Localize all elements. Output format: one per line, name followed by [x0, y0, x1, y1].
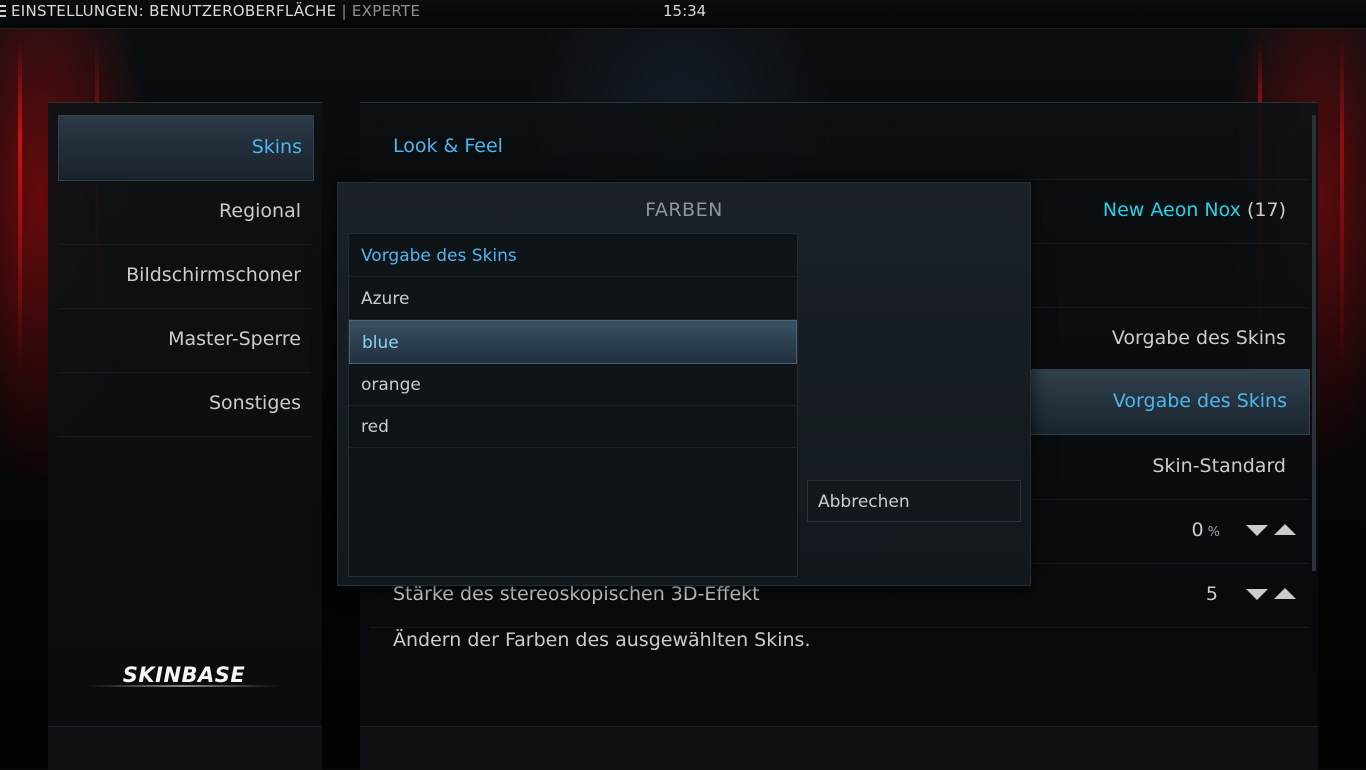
setting-label: Stärke des stereoskopischen 3D-Effekt — [393, 583, 760, 605]
decrease-arrow-icon[interactable] — [1246, 589, 1268, 600]
sidebar: Skins Regional Bildschirmschoner Master-… — [48, 102, 322, 770]
list-item-label: orange — [361, 375, 421, 395]
list-item[interactable]: Vorgabe des Skins — [349, 234, 797, 277]
decrease-arrow-icon[interactable] — [1246, 525, 1268, 536]
skin-name: New Aeon Nox — [1102, 199, 1241, 221]
sidebar-item-label: Bildschirmschoner — [126, 264, 301, 286]
breadcrumb-separator: | — [341, 2, 347, 20]
setting-value: Skin-Standard — [1152, 455, 1286, 477]
sidebar-item-label: Sonstiges — [208, 392, 301, 414]
list-item[interactable]: Azure — [349, 277, 797, 320]
dialog-title: FARBEN — [645, 199, 723, 221]
cancel-button[interactable]: Abbrechen — [807, 480, 1021, 522]
list-item-label: red — [361, 417, 389, 437]
top-bar: EINSTELLUNGEN: BENUTZEROBERFLÄCHE | EXPE… — [0, 0, 1366, 29]
sidebar-item-regional[interactable]: Regional — [58, 180, 312, 245]
list-item-label: Azure — [361, 289, 410, 309]
list-item-label: blue — [362, 333, 399, 353]
sidebar-item-master-lock[interactable]: Master-Sperre — [58, 308, 312, 373]
setting-description: Ändern der Farben des ausgewählten Skins… — [393, 629, 811, 651]
logo-underline — [88, 685, 278, 687]
setting-value: Vorgabe des Skins — [1111, 327, 1286, 349]
increase-arrow-icon[interactable] — [1274, 524, 1296, 535]
list-item-selected[interactable]: blue — [349, 320, 797, 364]
list-item-label: Vorgabe des Skins — [361, 246, 517, 266]
sidebar-item-skins[interactable]: Skins — [58, 115, 314, 181]
clock: 15:34 — [663, 2, 707, 20]
breadcrumb-path: EINSTELLUNGEN: BENUTZEROBERFLÄCHE — [11, 2, 337, 20]
menu-icon[interactable] — [0, 5, 6, 21]
sidebar-footer — [48, 726, 322, 770]
setting-value: New Aeon Nox (17) — [1103, 199, 1286, 221]
breadcrumb: EINSTELLUNGEN: BENUTZEROBERFLÄCHE | EXPE… — [11, 2, 420, 20]
section-header-label: Look & Feel — [393, 135, 503, 157]
sidebar-item-screensaver[interactable]: Bildschirmschoner — [58, 244, 312, 309]
sidebar-item-label: Regional — [219, 200, 301, 222]
cancel-button-label: Abbrechen — [818, 492, 910, 512]
zoom-value: 0 — [1191, 519, 1204, 541]
settings-level: EXPERTE — [351, 2, 421, 20]
sidebar-item-label: Master-Sperre — [168, 328, 301, 350]
setting-value: 5 — [1205, 583, 1218, 605]
setting-value: 0% — [1192, 519, 1220, 541]
increase-arrow-icon[interactable] — [1274, 588, 1296, 599]
zoom-unit: % — [1207, 525, 1220, 540]
sidebar-item-label: Skins — [251, 136, 302, 158]
color-option-list: Vorgabe des Skins Azure blue orange red — [348, 233, 798, 577]
scrollbar[interactable] — [1312, 115, 1316, 571]
section-header: Look & Feel — [370, 115, 1308, 180]
list-item[interactable]: red — [349, 405, 797, 448]
skin-version: (17) — [1246, 199, 1286, 221]
colors-dialog: FARBEN Vorgabe des Skins Azure blue oran… — [337, 182, 1031, 586]
sidebar-item-misc[interactable]: Sonstiges — [58, 372, 312, 437]
settings-footer — [360, 726, 1318, 770]
list-item[interactable]: orange — [349, 363, 797, 406]
setting-value: Vorgabe des Skins — [1112, 390, 1287, 412]
